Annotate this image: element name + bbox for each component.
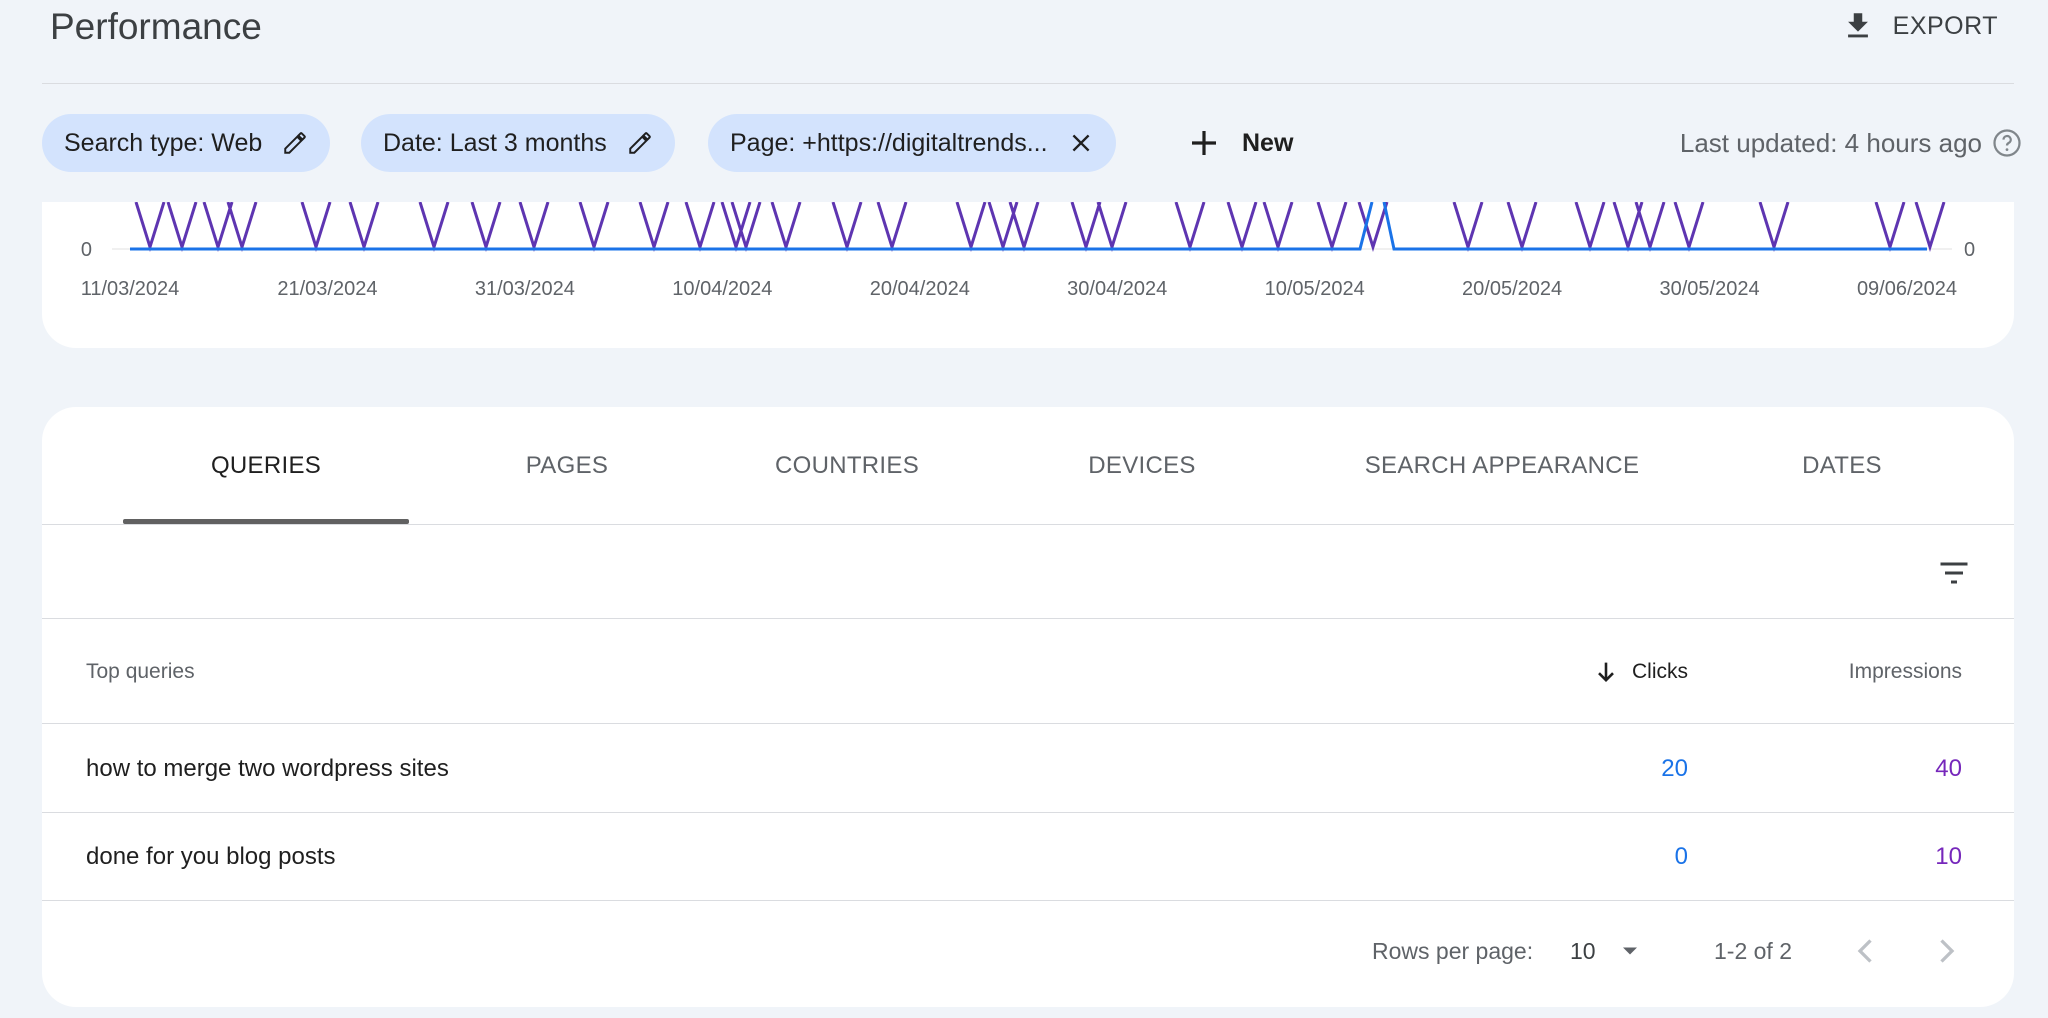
- chevron-right-icon[interactable]: [1928, 933, 1964, 969]
- filter-bar: Search type: Web Date: Last 3 months Pag…: [42, 114, 2022, 172]
- active-tab-indicator: [123, 519, 409, 524]
- search-type-chip[interactable]: Search type: Web: [42, 114, 331, 172]
- series-impressions-line: [134, 202, 1946, 253]
- add-icon: [1192, 131, 1216, 155]
- page-title: Performance: [50, 6, 262, 47]
- rows-per-page-label: Rows per page:: [1372, 937, 1534, 964]
- tab-queries[interactable]: QUERIES: [123, 407, 409, 525]
- search-type-label: Search type: Web: [64, 128, 263, 157]
- page-chip[interactable]: Page: +https://digitaltrends...: [708, 114, 1116, 172]
- arrow-down-icon: [1598, 662, 1614, 682]
- page-filter-label: Page: +https://digitaltrends...: [730, 128, 1048, 157]
- pagination-range: 1-2 of 2: [1714, 937, 1792, 964]
- last-updated: Last updated: 4 hours ago: [1680, 114, 2022, 172]
- x-axis-tick-label: 11/03/2024: [81, 278, 180, 300]
- query-cell: how to merge two wordpress sites: [86, 755, 449, 782]
- y-axis-right-tick: 0: [1964, 239, 1975, 261]
- chart-svg: 0 0 11/03/2024 21/03/2024 31/03/2024 10/04/20…: [81, 202, 1975, 300]
- rows-per-page-select[interactable]: 10: [1570, 901, 1644, 1001]
- edit-icon[interactable]: [627, 130, 653, 156]
- clicks-cell: 0: [1674, 843, 1688, 870]
- x-axis-tick-label: 20/05/2024: [1462, 278, 1562, 300]
- new-filter-button[interactable]: New: [1188, 114, 1293, 172]
- tab-devices[interactable]: DEVICES: [1027, 407, 1257, 525]
- clicks-header-label: Clicks: [1632, 659, 1688, 683]
- chevron-left-icon[interactable]: [1848, 933, 1884, 969]
- filter-icon[interactable]: [1936, 555, 1972, 591]
- impressions-cell: 40: [1935, 755, 1962, 782]
- x-axis-tick-label: 20/04/2024: [870, 278, 970, 300]
- tab-countries[interactable]: COUNTRIES: [722, 407, 972, 525]
- x-axis-tick-label: 10/04/2024: [672, 278, 772, 300]
- table-header-row: Top queries Clicks Impressions: [42, 619, 2014, 724]
- page-header: Performance EXPORT: [0, 0, 2048, 84]
- clicks-cell: 20: [1661, 755, 1688, 782]
- dimension-tabs: QUERIES PAGES COUNTRIES DEVICES SEARCH A…: [42, 407, 2014, 525]
- performance-chart: 0 0 11/03/2024 21/03/2024 31/03/2024 10/04/20…: [42, 202, 2014, 348]
- close-icon[interactable]: [1068, 130, 1094, 156]
- download-icon: [1847, 13, 1868, 38]
- new-filter-label: New: [1242, 128, 1294, 157]
- query-cell: done for you blog posts: [86, 843, 336, 870]
- rows-per-page-value: 10: [1570, 937, 1596, 964]
- queries-table-card: QUERIES PAGES COUNTRIES DEVICES SEARCH A…: [42, 407, 2014, 1007]
- impressions-cell: 10: [1935, 843, 1962, 870]
- table-row[interactable]: how to merge two wordpress sites 20 40: [42, 725, 2014, 813]
- last-updated-text: Last updated: 4 hours ago: [1679, 127, 1982, 158]
- export-button[interactable]: EXPORT: [1841, 6, 1998, 46]
- x-axis-tick-label: 31/03/2024: [475, 278, 575, 300]
- export-label: EXPORT: [1892, 11, 1998, 40]
- column-header-queries: Top queries: [86, 659, 195, 683]
- dropdown-icon: [1622, 947, 1637, 955]
- x-axis-tick-label: 21/03/2024: [277, 278, 377, 300]
- y-axis-left-tick: 0: [81, 239, 92, 261]
- tab-pages[interactable]: PAGES: [462, 407, 672, 525]
- column-header-impressions[interactable]: Impressions: [1849, 619, 1962, 724]
- header-divider: [42, 83, 2014, 84]
- x-axis-tick-label: 09/06/2024: [1857, 278, 1957, 300]
- x-axis-tick-label: 30/05/2024: [1660, 278, 1760, 300]
- x-axis-tick-label: 30/04/2024: [1067, 278, 1167, 300]
- help-icon[interactable]: [1992, 128, 2022, 158]
- table-row[interactable]: done for you blog posts 0 10: [42, 813, 2014, 901]
- tab-search-appearance[interactable]: SEARCH APPEARANCE: [1312, 407, 1692, 525]
- date-label: Date: Last 3 months: [383, 128, 607, 157]
- table-filter-row: [42, 525, 2014, 619]
- pagination: Rows per page: 10 1-2 of 2: [42, 901, 2014, 1001]
- edit-icon[interactable]: [282, 130, 308, 156]
- date-chip[interactable]: Date: Last 3 months: [361, 114, 675, 172]
- column-header-clicks[interactable]: Clicks: [1592, 619, 1688, 724]
- tab-dates[interactable]: DATES: [1742, 407, 1942, 525]
- x-axis-tick-label: 10/05/2024: [1265, 278, 1365, 300]
